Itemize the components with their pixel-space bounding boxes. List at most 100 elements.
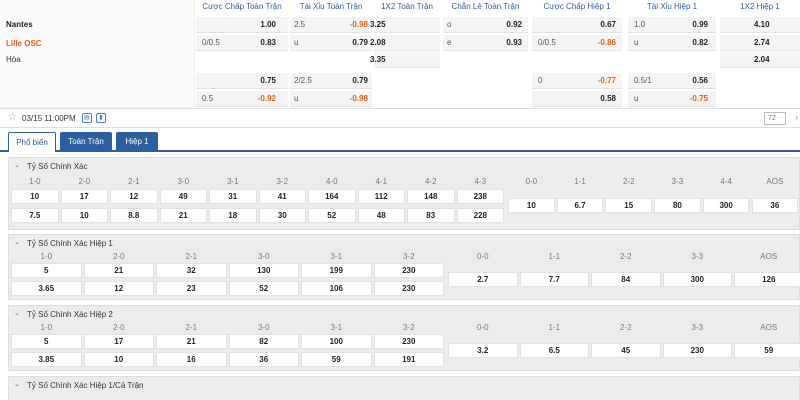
odds-cell[interactable]: o 0.92	[443, 17, 528, 33]
score-odds-cell[interactable]: 18	[209, 208, 257, 223]
odds-cell[interactable]: u -0.98	[290, 91, 372, 107]
score-odds-cell[interactable]: 100	[301, 334, 372, 349]
section-header[interactable]: ⌄ Tỷ Số Chính Xác Hiệp 2	[9, 306, 799, 322]
score-odds-cell[interactable]: 15	[605, 198, 653, 213]
score-odds-cell[interactable]: 238	[456, 189, 504, 204]
odds-cell[interactable]: 1.0 0.99	[628, 17, 716, 33]
score-odds-cell[interactable]: 10	[83, 352, 154, 367]
score-odds-cell[interactable]: 5	[11, 263, 82, 278]
score-odds-cell[interactable]: 300	[702, 198, 750, 213]
score-odds-cell[interactable]: 164	[308, 189, 356, 204]
odds-cell[interactable]: u 0.79	[290, 35, 372, 51]
score-odds-cell[interactable]: 36	[751, 198, 799, 213]
score-odds-cell[interactable]: 230	[373, 263, 444, 278]
market-count[interactable]: 72	[764, 112, 786, 125]
score-odds-cell[interactable]: 2.7	[448, 272, 518, 287]
score-odds-cell[interactable]: 191	[373, 352, 444, 367]
odds-cell[interactable]: 2.08	[370, 35, 440, 51]
score-label: 3-0	[177, 177, 190, 186]
score-odds-cell[interactable]: 17	[60, 189, 108, 204]
score-odds-cell[interactable]: 228	[456, 208, 504, 223]
score-odds-cell[interactable]: 5	[11, 334, 82, 349]
odds-cell[interactable]: 0 -0.77	[532, 73, 622, 89]
odds-cell[interactable]: e 0.93	[443, 35, 528, 51]
score-odds-cell[interactable]: 41	[258, 189, 306, 204]
score-odds-cell[interactable]: 17	[83, 334, 154, 349]
section-header[interactable]: ⌄ Tỷ Số Chính Xác Hiệp 1	[9, 235, 799, 251]
score-odds-cell[interactable]: 10	[11, 189, 59, 204]
score-odds-cell[interactable]: 21	[159, 208, 207, 223]
score-odds-cell[interactable]: 6.7	[556, 198, 604, 213]
score-odds-cell[interactable]: 7.5	[11, 208, 59, 223]
score-odds-cell[interactable]: 230	[662, 343, 732, 358]
score-odds-cell[interactable]: 3.2	[448, 343, 518, 358]
odds-cell[interactable]: u 0.82	[628, 35, 716, 51]
score-odds-cell[interactable]: 12	[83, 281, 154, 296]
score-label: 4-3	[474, 177, 487, 186]
score-odds-cell[interactable]: 48	[357, 208, 405, 223]
score-odds-cell[interactable]: 49	[159, 189, 207, 204]
score-odds-cell[interactable]: 3.65	[11, 281, 82, 296]
score-odds-cell[interactable]: 8.8	[110, 208, 158, 223]
odds-cell[interactable]: 0.75	[196, 73, 288, 89]
odds-cell[interactable]: 0/0.5 -0.86	[532, 35, 622, 51]
calendar-icon[interactable]: ▤	[82, 113, 92, 123]
score-odds-cell[interactable]: 23	[156, 281, 227, 296]
score-odds-cell[interactable]: 199	[301, 263, 372, 278]
score-odds-cell[interactable]: 10	[508, 198, 555, 213]
score-odds-cell[interactable]: 21	[83, 263, 154, 278]
score-label: 3-0	[257, 323, 270, 332]
score-odds-cell[interactable]: 300	[662, 272, 732, 287]
score-odds-cell[interactable]: 36	[228, 352, 299, 367]
score-odds-cell[interactable]: 82	[228, 334, 299, 349]
score-odds-cell[interactable]: 52	[308, 208, 356, 223]
score-odds-cell[interactable]: 130	[228, 263, 299, 278]
chevron-right-icon[interactable]: ›	[795, 113, 798, 122]
odds-cell[interactable]: 3.25	[370, 17, 440, 33]
score-odds-cell[interactable]: 112	[357, 189, 405, 204]
score-odds-cell[interactable]: 7.7	[519, 272, 589, 287]
section-header[interactable]: ⌄ Tỷ Số Chính Xác Hiệp 1/Cả Trận	[9, 377, 799, 393]
score-odds-cell[interactable]: 148	[407, 189, 455, 204]
odds-cell[interactable]: 0.67	[532, 17, 622, 33]
score-odds-cell[interactable]: 52	[228, 281, 299, 296]
score-odds-cell[interactable]: 3.85	[11, 352, 82, 367]
bar-chart-icon[interactable]: ▮	[96, 113, 106, 123]
star-icon[interactable]: ☆	[8, 112, 17, 123]
odds-cell[interactable]: 2.74	[720, 35, 800, 51]
score-odds-cell[interactable]: 59	[734, 343, 800, 358]
score-odds-cell[interactable]: 126	[734, 272, 800, 287]
odds-cell[interactable]: 3.35	[370, 52, 440, 68]
odds-cell[interactable]: 2.04	[720, 52, 800, 68]
odds-cell[interactable]: 0.5 -0.92	[196, 91, 288, 107]
section-header[interactable]: ⌄ Tỷ Số Chính Xác	[9, 158, 799, 174]
tab-full-time[interactable]: Toàn Trận	[60, 132, 112, 152]
score-odds-cell[interactable]: 230	[373, 281, 444, 296]
score-odds-cell[interactable]: 12	[110, 189, 158, 204]
score-odds-cell[interactable]: 31	[209, 189, 257, 204]
score-odds-cell[interactable]: 59	[301, 352, 372, 367]
tab-popular[interactable]: Phổ biến	[8, 132, 56, 152]
score-odds-cell[interactable]: 83	[407, 208, 455, 223]
odds-cell[interactable]: 2/2.5 0.79	[290, 73, 372, 89]
score-odds-cell[interactable]: 6.5	[519, 343, 589, 358]
odds-cell[interactable]: 0.58	[532, 91, 622, 107]
tab-first-half[interactable]: Hiệp 1	[116, 132, 158, 152]
score-odds-cell[interactable]: 230	[373, 334, 444, 349]
score-label: 2-2	[622, 177, 635, 186]
score-odds-cell[interactable]: 80	[654, 198, 701, 213]
odds-cell[interactable]: u -0.75	[628, 91, 716, 107]
odds-cell[interactable]: 2.5 -0.98	[290, 17, 372, 33]
score-odds-cell[interactable]: 16	[156, 352, 227, 367]
odds-cell[interactable]: 4.10	[720, 17, 800, 33]
odds-cell[interactable]: 1.00	[196, 17, 288, 33]
score-odds-cell[interactable]: 21	[156, 334, 227, 349]
score-odds-cell[interactable]: 30	[258, 208, 306, 223]
score-odds-cell[interactable]: 84	[591, 272, 661, 287]
score-odds-cell[interactable]: 45	[591, 343, 661, 358]
score-odds-cell[interactable]: 32	[156, 263, 227, 278]
odds-cell[interactable]: 0.5/1 0.56	[628, 73, 716, 89]
odds-cell[interactable]: 0/0.5 0.83	[196, 35, 288, 51]
score-odds-cell[interactable]: 10	[60, 208, 108, 223]
score-odds-cell[interactable]: 106	[301, 281, 372, 296]
